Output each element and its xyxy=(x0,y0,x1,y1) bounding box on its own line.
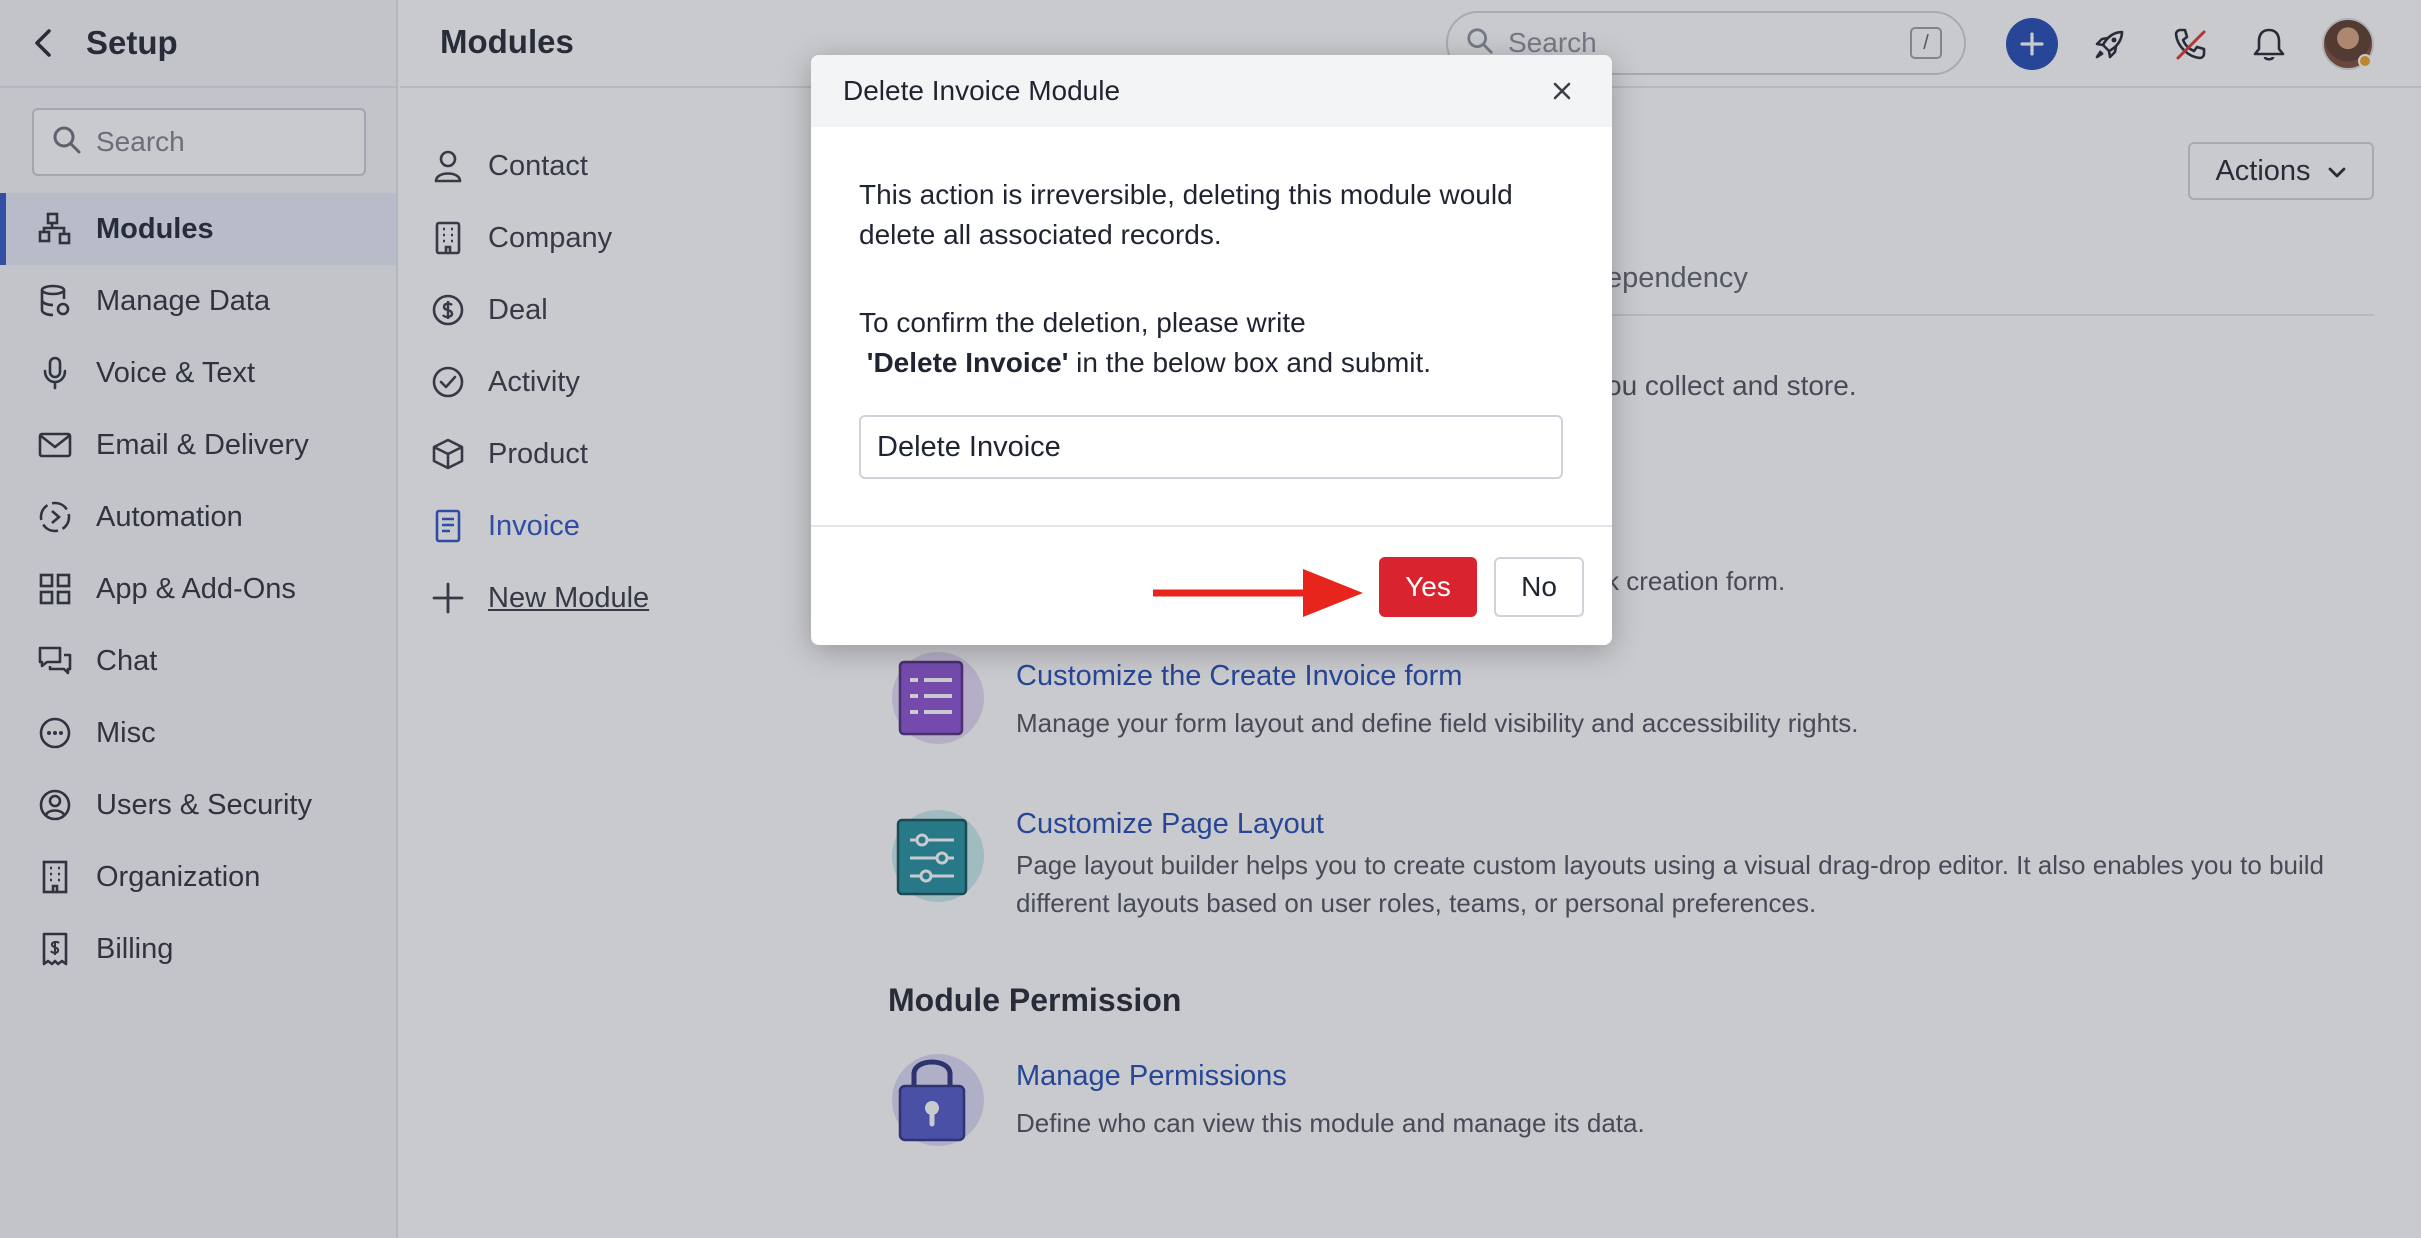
warning-text: This action is irreversible, deleting th… xyxy=(859,179,1513,250)
confirm-instruction: To confirm the deletion, please write 'D… xyxy=(859,303,1559,383)
confirm-input[interactable] xyxy=(859,415,1563,479)
yes-button[interactable]: Yes xyxy=(1379,557,1477,617)
dialog-body: This action is irreversible, deleting th… xyxy=(859,175,1559,383)
dialog-footer-divider xyxy=(811,525,1612,527)
delete-module-dialog: Delete Invoice Module This action is irr… xyxy=(811,55,1612,645)
dialog-header: Delete Invoice Module xyxy=(811,55,1612,127)
dialog-title: Delete Invoice Module xyxy=(843,75,1121,106)
close-icon[interactable] xyxy=(1548,77,1576,105)
app-root: Setup Modules Manage Data xyxy=(0,0,2421,1238)
confirm-instruction-prefix: To confirm the deletion, please write xyxy=(859,307,1306,338)
no-button[interactable]: No xyxy=(1494,557,1584,617)
confirm-phrase: 'Delete Invoice' xyxy=(866,347,1069,378)
annotation-arrow xyxy=(1153,569,1363,617)
confirm-instruction-suffix: in the below box and submit. xyxy=(1068,347,1432,378)
